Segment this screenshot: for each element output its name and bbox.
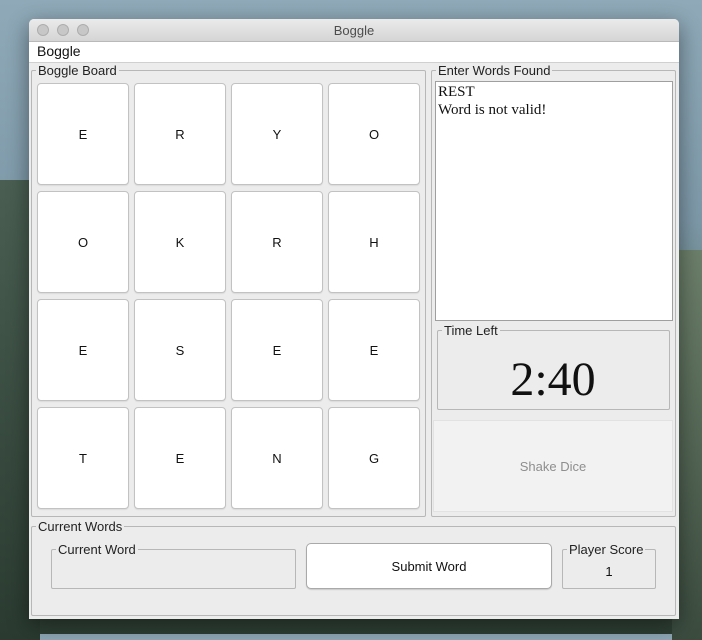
menu-boggle[interactable]: Boggle [37,43,81,59]
words-found-textarea[interactable]: REST Word is not valid! [435,81,673,321]
current-word-field[interactable] [57,567,289,585]
die-0-1[interactable]: R [134,83,226,185]
time-left-value: 2:40 [510,352,596,406]
title-bar[interactable]: Boggle [29,19,679,42]
die-0-0[interactable]: E [37,83,129,185]
shake-dice-button[interactable]: Shake Dice [433,420,673,512]
die-1-3[interactable]: H [328,191,420,293]
die-3-2[interactable]: N [231,407,323,509]
time-left-label: Time Left [444,323,498,338]
current-word-label: Current Word [58,542,136,557]
words-found-label: Enter Words Found [438,63,551,78]
menu-bar: Boggle [29,42,679,63]
die-0-3[interactable]: O [328,83,420,185]
die-2-0[interactable]: E [37,299,129,401]
die-3-3[interactable]: G [328,407,420,509]
die-3-1[interactable]: E [134,407,226,509]
submit-word-button[interactable]: Submit Word [306,543,552,589]
die-2-3[interactable]: E [328,299,420,401]
die-1-2[interactable]: R [231,191,323,293]
words-found-line: Word is not valid! [438,102,547,118]
words-found-line: REST [438,84,475,100]
die-1-1[interactable]: K [134,191,226,293]
current-words-label: Current Words [38,519,123,534]
die-2-1[interactable]: S [134,299,226,401]
die-3-0[interactable]: T [37,407,129,509]
boggle-board-label: Boggle Board [38,63,117,78]
die-0-2[interactable]: Y [231,83,323,185]
window-title: Boggle [333,23,375,38]
player-score-label: Player Score [569,542,644,557]
die-1-0[interactable]: O [37,191,129,293]
boggle-window: Boggle Boggle Boggle Board E R Y O O K R… [29,19,679,619]
player-score-value: 1 [605,564,613,579]
die-2-2[interactable]: E [231,299,323,401]
